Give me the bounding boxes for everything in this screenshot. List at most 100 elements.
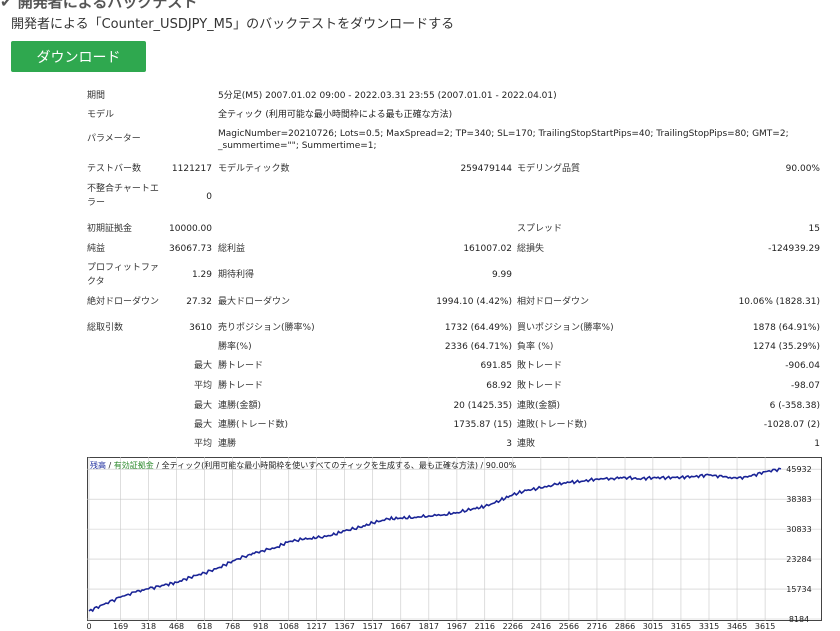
- trades-label: 総取引数: [87, 323, 124, 333]
- ticks-label: モデルティック数: [218, 164, 290, 174]
- gross-loss-label: 総損失: [517, 244, 545, 254]
- x-tick-label: 0: [87, 622, 92, 631]
- x-tick-labels: 0 169 318 468 618 768 918 1068 1217 1367 1517 1667 1…: [87, 622, 775, 631]
- legend-model-desc: 全ティック(利用可能な最小時間枠を使いすべてのティックを生成する、最も正確な方法…: [161, 461, 478, 470]
- pf-label-2: クタ: [87, 277, 105, 287]
- x-tick-label: 2116: [475, 622, 495, 631]
- legend-equity: 有効証拠金: [113, 461, 154, 470]
- x-tick-label: 918: [253, 622, 268, 631]
- max-dd-value: 1994.10 (4.42%): [436, 297, 512, 307]
- cons-loss-trd-label: 連敗(トレード数): [517, 420, 588, 430]
- trades-value: 3610: [189, 323, 212, 333]
- x-tick-label: 3465: [727, 622, 747, 631]
- mismatch-label-2: ラー: [87, 198, 106, 208]
- lossrate-value: 1274 (35.29%): [752, 342, 820, 352]
- x-tick-label: 2566: [559, 622, 579, 631]
- abs-dd-value: 27.32: [186, 297, 212, 307]
- period-value: 5分足(M5) 2007.01.02 09:00 - 2022.03.31 23…: [218, 91, 557, 101]
- avg-cons-win-label: 連勝: [218, 439, 237, 449]
- y-tick-label: 45932: [786, 465, 811, 474]
- cons-win-trd-value: 1735.87 (15): [453, 420, 512, 430]
- x-tick-label: 1967: [447, 622, 467, 631]
- legend-balance: 残高: [90, 461, 106, 470]
- cons-win-trd-label: 連勝(トレード数): [218, 420, 289, 430]
- max-loss-label: 敗トレード: [517, 361, 563, 371]
- x-tick-label: 1667: [391, 622, 411, 631]
- avg-loss-label: 敗トレード: [517, 381, 563, 391]
- x-tick-label: 169: [113, 622, 128, 631]
- avg-cons-loss-label: 連敗: [517, 439, 536, 449]
- avg-word-1: 平均: [194, 381, 213, 391]
- cons-loss-trd-value: -1028.07 (2): [763, 420, 820, 430]
- gross-profit-label: 総利益: [218, 244, 246, 254]
- y-tick-label: 15734: [786, 585, 811, 594]
- max-word-3: 最大: [194, 420, 213, 430]
- page-heading: ✔ 開発者によるバックテスト: [0, 0, 198, 11]
- params-label: パラメーター: [87, 134, 141, 144]
- legend-sep-2: /: [153, 461, 162, 470]
- x-tick-label: 3015: [643, 622, 663, 631]
- bars-label: テストバー数: [87, 164, 142, 174]
- cons-loss-amt-label: 連敗(金額): [517, 401, 561, 411]
- x-tick-label: 1367: [334, 622, 354, 631]
- x-tick-label: 2266: [503, 622, 523, 631]
- x-tick-label: 1217: [306, 622, 326, 631]
- expected-label: 期待利得: [218, 270, 255, 280]
- download-button[interactable]: ダウンロード: [11, 41, 146, 72]
- cons-loss-amt-value: 6 (-358.38): [769, 401, 820, 411]
- balance-chart: 0 169 318 468 618 768 918 1068 1217 1367 1517 1667 1…: [87, 457, 822, 631]
- max-win-label: 勝トレード: [218, 361, 264, 371]
- period-label: 期間: [87, 91, 106, 101]
- abs-dd-label: 絶対ドローダウン: [87, 297, 160, 307]
- deposit-label: 初期証拠金: [87, 224, 133, 234]
- deposit-value: 10000.00: [169, 224, 212, 234]
- max-dd-label: 最大ドローダウン: [218, 297, 291, 307]
- y-tick-label: 23284: [786, 555, 811, 564]
- pf-value: 1.29: [191, 270, 212, 280]
- net-value: 36067.73: [169, 244, 212, 254]
- download-description: 開発者による「Counter_USDJPY_M5」のバックテストをダウンロードす…: [11, 17, 455, 32]
- y-tick-label: 38383: [786, 495, 811, 504]
- quality-value: 90.00%: [785, 164, 820, 174]
- winrate-value: 2336 (64.71%): [444, 342, 512, 352]
- winrate-label: 勝率(%): [218, 342, 252, 352]
- chart-frame: [87, 457, 822, 621]
- cons-win-amt-label: 連勝(金額): [218, 401, 262, 411]
- x-tick-label: 3315: [699, 622, 719, 631]
- mismatch-label-1: 不整合チャートエ: [87, 184, 159, 194]
- pf-label-1: プロフィットファ: [87, 263, 159, 273]
- x-tick-label: 1817: [419, 622, 439, 631]
- short-label: 売りポジション(勝率%): [218, 323, 315, 333]
- params-line1: MagicNumber=20210726; Lots=0.5; MaxSprea…: [218, 129, 789, 139]
- max-word-2: 最大: [194, 401, 213, 411]
- long-label: 買いポジション(勝率%): [517, 323, 614, 333]
- y-tick-label: 8184: [789, 615, 809, 624]
- spread-value: 15: [808, 224, 820, 234]
- params-line2: _summertime=""; Summertime=1;: [218, 141, 377, 151]
- legend-sep-1: /: [106, 461, 114, 470]
- cons-win-amt-value: 20 (1425.35): [453, 401, 512, 411]
- avg-cons-loss-value: 1: [814, 439, 820, 449]
- avg-win-label: 勝トレード: [218, 381, 264, 391]
- gross-profit-value: 161007.02: [463, 244, 512, 254]
- avg-word-2: 平均: [194, 439, 213, 449]
- x-tick-label: 618: [197, 622, 212, 631]
- model-label: モデル: [87, 110, 115, 120]
- y-tick-label: 30833: [786, 525, 811, 534]
- gross-loss-value: -124939.29: [768, 244, 820, 254]
- rel-dd-label: 相対ドローダウン: [517, 297, 590, 307]
- x-tick-label: 3165: [671, 622, 691, 631]
- avg-loss-value: -98.07: [790, 381, 820, 391]
- mismatch-value: 0: [206, 192, 212, 202]
- net-label: 純益: [87, 244, 106, 254]
- x-tick-label: 318: [141, 622, 156, 631]
- short-value: 1732 (64.49%): [444, 323, 512, 333]
- x-tick-label: 2866: [615, 622, 635, 631]
- bars-value: 1121217: [171, 164, 212, 174]
- expected-value: 9.99: [491, 270, 512, 280]
- avg-win-value: 68.92: [486, 381, 512, 391]
- chart-legend: 残高 / 有効証拠金 / 全ティック(利用可能な最小時間枠を使いすべてのティック…: [90, 460, 516, 471]
- x-tick-label: 2416: [531, 622, 551, 631]
- quality-label: モデリング品質: [517, 164, 581, 174]
- x-tick-label: 1068: [279, 622, 299, 631]
